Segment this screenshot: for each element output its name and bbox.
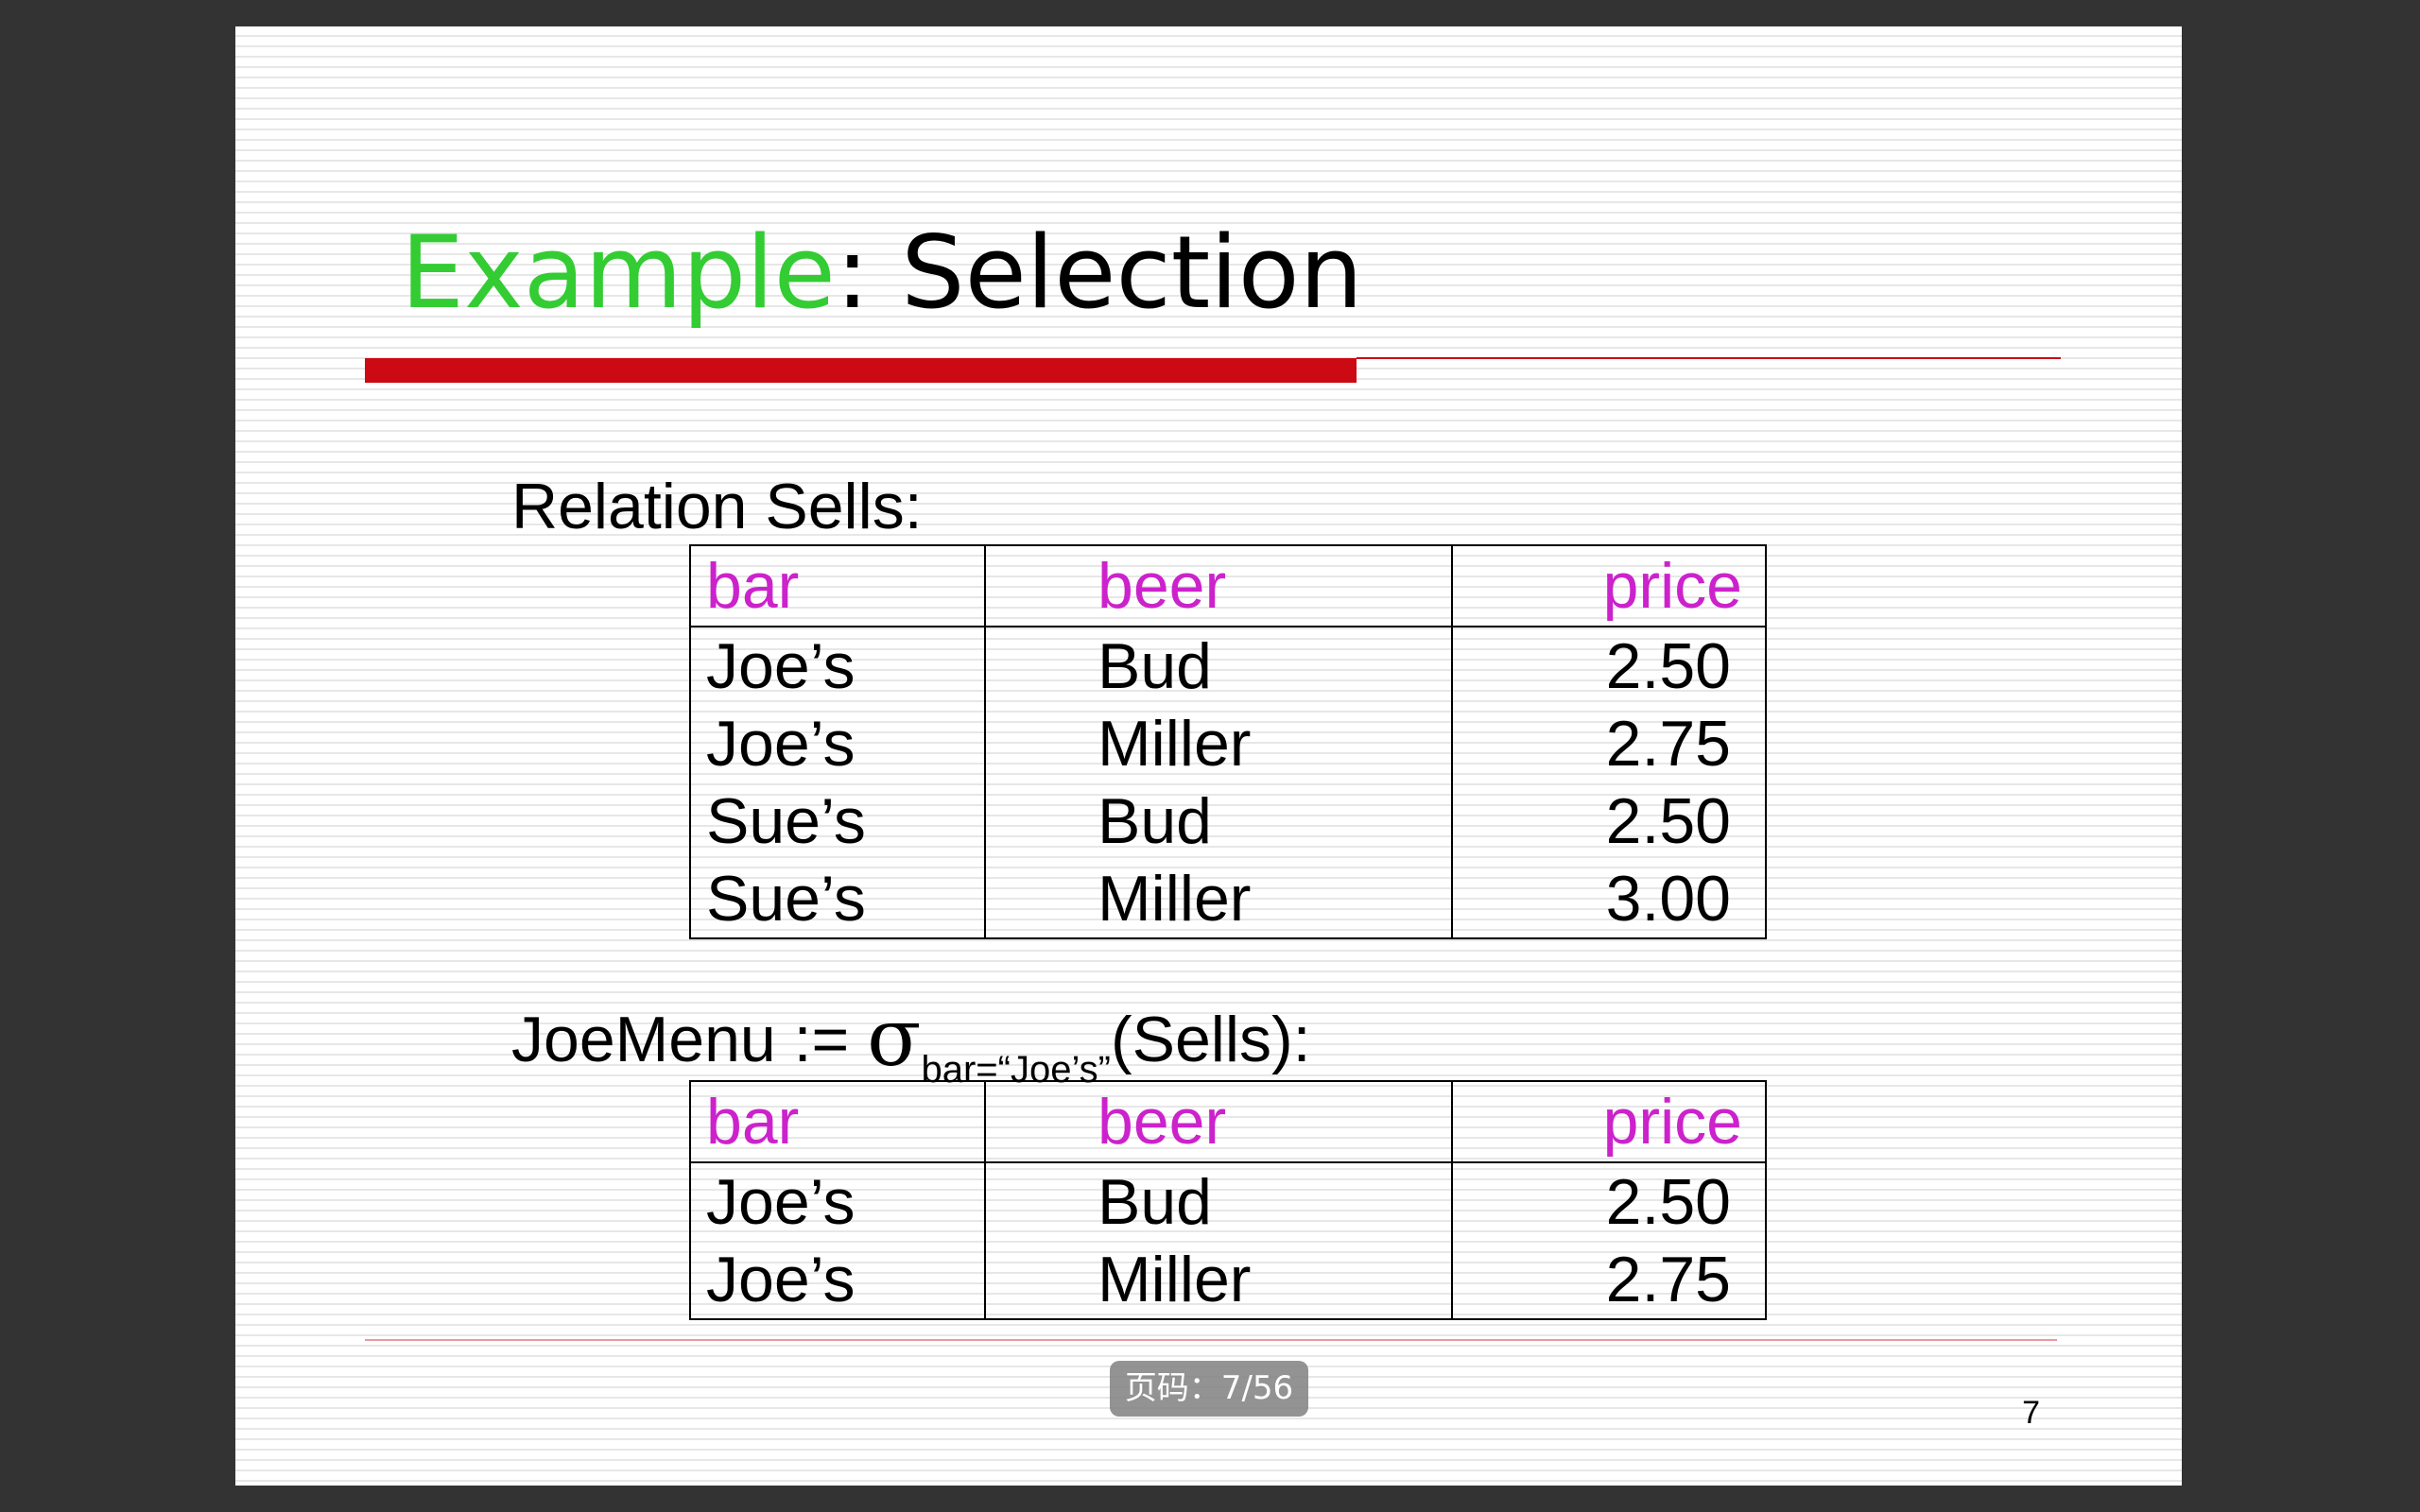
joemenu-table: bar beer price Joe’s Bud 2.50 Joe’s Mill… [689, 1080, 1767, 1320]
table-row: Sue’s Miller 3.00 [689, 860, 1767, 939]
relation-sells-label: Relation Sells: [511, 471, 923, 542]
cell-price: 2.50 [1451, 1162, 1767, 1241]
cell-price: 3.00 [1451, 860, 1767, 939]
cell-price: 2.75 [1451, 705, 1767, 782]
cell-bar: Sue’s [689, 782, 986, 860]
cell-bar: Joe’s [689, 1241, 986, 1320]
cell-beer: Miller [984, 1241, 1453, 1320]
document-viewer: Example: Selection Relation Sells: bar b… [0, 0, 2420, 1512]
slide-number: 7 [2022, 1395, 2040, 1431]
table-row: Joe’s Bud 2.50 [689, 627, 1767, 705]
column-header-bar: bar [689, 544, 986, 627]
table-row: Joe’s Miller 2.75 [689, 705, 1767, 782]
cell-bar: Joe’s [689, 705, 986, 782]
page-indicator: 页码：7/56 [1110, 1361, 1308, 1417]
expression-prefix: JoeMenu := [511, 1004, 868, 1075]
title-underline-thick [365, 358, 1357, 383]
table-row: Joe’s Miller 2.75 [689, 1241, 1767, 1320]
cell-beer: Bud [984, 782, 1453, 860]
cell-price: 2.75 [1451, 1241, 1767, 1320]
table-row: Joe’s Bud 2.50 [689, 1162, 1767, 1241]
selection-expression: JoeMenu := σbar=“Joe’s”(Sells): [511, 998, 1311, 1089]
sigma-symbol: σ [867, 991, 922, 1084]
cell-beer: Miller [984, 860, 1453, 939]
cell-beer: Miller [984, 705, 1453, 782]
column-header-beer: beer [984, 1080, 1453, 1163]
title-underline-thin [1357, 357, 2061, 359]
title-accent-word: Example [401, 215, 836, 331]
slide-page: Example: Selection Relation Sells: bar b… [235, 26, 2182, 1486]
column-header-beer: beer [984, 544, 1453, 627]
title-rest: : Selection [835, 215, 1363, 331]
cell-beer: Bud [984, 627, 1453, 705]
cell-price: 2.50 [1451, 782, 1767, 860]
slide-title: Example: Selection [401, 223, 1363, 323]
column-header-bar: bar [689, 1080, 986, 1163]
table-header-row: bar beer price [689, 1080, 1767, 1163]
cell-bar: Joe’s [689, 1162, 986, 1241]
cell-bar: Joe’s [689, 627, 986, 705]
cell-price: 2.50 [1451, 627, 1767, 705]
table-header-row: bar beer price [689, 544, 1767, 627]
footer-divider [365, 1339, 2057, 1341]
cell-beer: Bud [984, 1162, 1453, 1241]
column-header-price: price [1451, 544, 1767, 627]
sells-table: bar beer price Joe’s Bud 2.50 Joe’s Mill… [689, 544, 1767, 939]
cell-bar: Sue’s [689, 860, 986, 939]
expression-suffix: (Sells): [1110, 1004, 1311, 1075]
column-header-price: price [1451, 1080, 1767, 1163]
table-row: Sue’s Bud 2.50 [689, 782, 1767, 860]
